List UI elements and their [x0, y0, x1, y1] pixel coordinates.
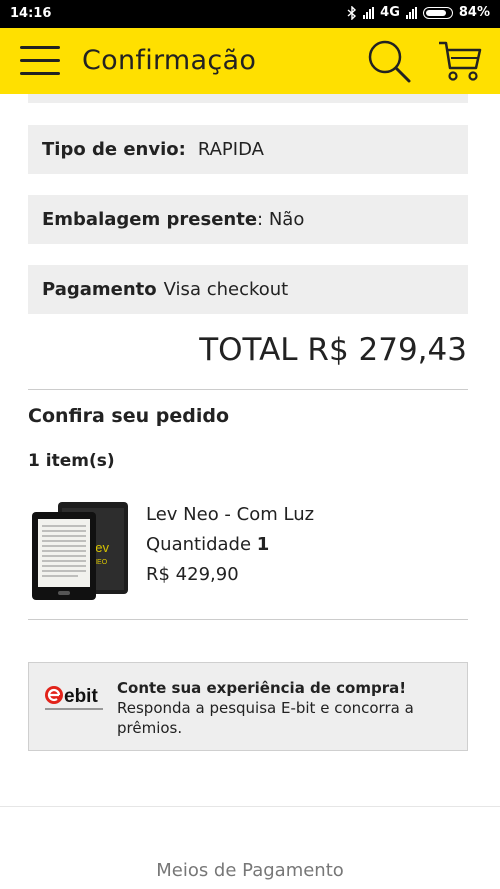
status-indicators: 4G 84% [347, 5, 490, 20]
quantity-label: Quantidade [146, 534, 252, 555]
product-name: Lev Neo - Com Luz [146, 504, 315, 525]
page-title: Confirmação [82, 45, 257, 76]
gift-wrap-value: : Não [257, 209, 305, 230]
payment-value: Visa checkout [163, 279, 289, 300]
bluetooth-icon [347, 5, 357, 20]
battery-level: 84% [458, 5, 490, 20]
ebit-logo: ebit [43, 680, 105, 720]
shipping-type-row: Tipo de envio: RAPIDA [28, 125, 468, 174]
quantity-value: 1 [256, 534, 270, 555]
product-quantity: Quantidade 1 [146, 530, 314, 560]
divider [28, 389, 468, 390]
previous-row-edge [28, 94, 468, 103]
product-image: Lev NEO [32, 502, 128, 600]
ebit-title: Conte sua experiência de compra! [117, 679, 407, 697]
signal-strength-icon-2 [405, 6, 417, 19]
battery-icon [422, 6, 453, 19]
menu-icon[interactable] [20, 46, 60, 76]
review-title: Confira seu pedido [28, 405, 230, 427]
cart-icon[interactable] [436, 38, 482, 84]
status-time: 14:16 [10, 6, 52, 21]
gift-wrap-row: Embalagem presente : Não [28, 195, 468, 244]
status-bar: 14:16 4G 84% [0, 0, 500, 28]
signal-strength-icon [363, 6, 375, 19]
product-price: R$ 429,90 [146, 564, 239, 585]
gift-wrap-label: Embalagem presente [42, 209, 258, 230]
payment-row: Pagamento Visa checkout [28, 265, 468, 314]
app-header: Confirmação [0, 28, 500, 94]
divider [28, 619, 468, 620]
svg-text:ebit: ebit [64, 686, 98, 707]
item-count: 1 item(s) [28, 451, 115, 471]
payment-label: Pagamento [42, 279, 157, 300]
shipping-type-label: Tipo de envio: [42, 139, 186, 160]
ebit-text: Responda a pesquisa E-bit e concorra a p… [117, 699, 414, 737]
network-type: 4G [380, 5, 400, 20]
order-total: TOTAL R$ 279,43 [199, 332, 467, 368]
ebit-survey-banner[interactable]: ebit Conte sua experiência de compra! Re… [28, 662, 468, 751]
payment-methods-link[interactable]: Meios de Pagamento [0, 860, 500, 881]
search-icon[interactable] [366, 38, 412, 84]
ebit-logo-graphic: ebit [45, 686, 103, 710]
shipping-type-value: RAPIDA [197, 139, 264, 160]
product-info: Lev Neo - Com Luz Quantidade 1 R$ 429,90 [146, 500, 314, 590]
footer-divider [0, 806, 500, 807]
